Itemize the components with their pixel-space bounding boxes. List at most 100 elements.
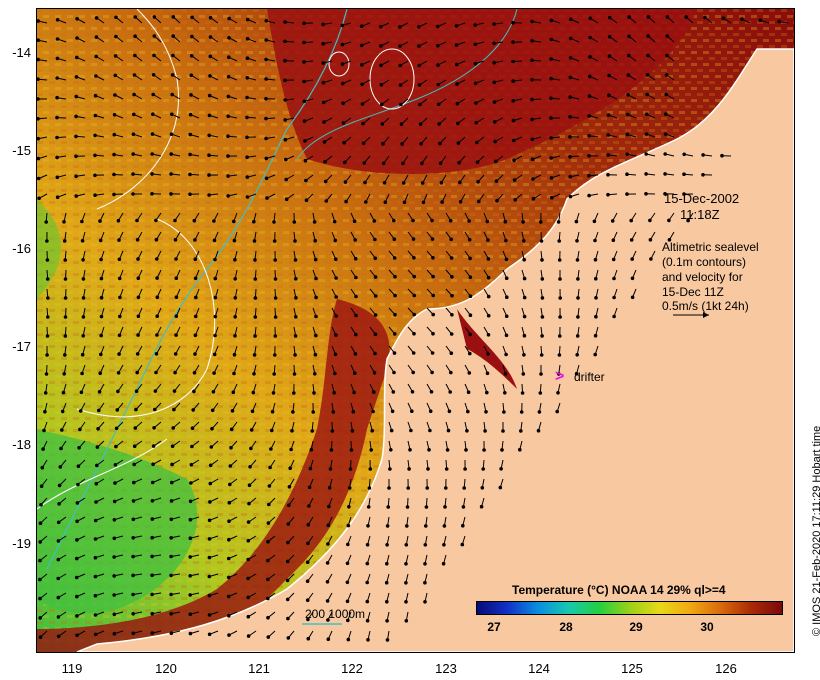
velocity-arrow-head [505,295,509,300]
velocity-arrow-head [188,152,192,157]
velocity-arrow-head [63,277,68,281]
velocity-arrow-head [132,92,136,97]
velocity-arrow-head [373,237,377,242]
velocity-arrow-head [321,100,326,105]
velocity-arrow-head [511,40,515,44]
velocity-arrow-head [409,428,413,433]
velocity-arrow-head [421,200,426,205]
velocity-arrow-head [133,15,138,19]
velocity-arrow-head [558,315,562,319]
velocity-arrow-head [246,520,251,524]
velocity-arrow-head [131,631,136,636]
velocity-arrow-head [76,482,80,487]
velocity-arrow-head [428,409,433,414]
velocity-arrow-head [373,275,378,279]
map-time: 11:18Z [680,207,720,222]
velocity-arrow-head [411,237,416,241]
velocity-arrow-head [287,485,292,489]
velocity-arrow-head [404,600,408,604]
velocity-arrow-head [431,312,436,317]
x-tick: 122 [341,661,363,676]
velocity-arrow-head [587,173,591,178]
velocity-arrow-head [43,391,48,395]
velocity-arrow-head [112,132,117,137]
velocity-arrow-head [468,313,473,318]
velocity-arrow-head [37,176,41,181]
velocity-arrow-head [450,293,454,298]
velocity-arrow-head [170,480,174,485]
velocity-arrow-head [292,372,297,376]
velocity-arrow-head [407,467,411,471]
velocity-arrow-head [131,517,136,522]
velocity-arrow-head [245,195,250,199]
velocity-arrow-head [289,447,293,452]
velocity-arrow-head [135,370,139,375]
velocity-arrow-head [305,579,310,584]
velocity-arrow-head [646,53,650,58]
velocity-arrow-head [193,314,198,319]
velocity-arrow-head [253,315,258,319]
velocity-arrow-head [411,351,416,355]
velocity-arrow-head [333,238,338,243]
velocity-arrow-head [485,371,490,376]
velocity-arrow-head [264,116,268,121]
velocity-arrow-head [227,16,231,21]
velocity-arrow-head [383,200,388,204]
velocity-arrow-head [344,199,348,204]
velocity-arrow-head [436,63,440,67]
velocity-arrow-head [190,15,194,20]
velocity-arrow-head [133,53,137,58]
velocity-arrow-head [245,175,250,179]
velocity-arrow-head [172,407,176,412]
velocity-arrow-head [56,539,61,543]
velocity-arrow-head [366,638,370,642]
velocity-arrow-head [373,256,378,261]
velocity-arrow-head [593,333,598,338]
velocity-arrow-head [188,172,192,177]
velocity-arrow-head [361,121,365,126]
velocity-arrow-head [576,277,580,281]
velocity-arrow-head [75,36,79,40]
velocity-arrow-head [558,277,562,281]
altimetry-note-line: 0.5m/s (1kt 24h) [662,299,749,313]
velocity-arrow-head [467,237,472,242]
velocity-arrow-head [81,334,86,338]
velocity-arrow-head [169,172,173,176]
velocity-arrow-head [95,463,99,468]
velocity-arrow-head [474,120,479,125]
velocity-arrow-head [663,152,668,156]
velocity-arrow-head [150,172,154,176]
velocity-arrow-head [169,132,174,136]
velocity-arrow-head [340,42,345,47]
velocity-arrow-head [93,133,97,138]
velocity-arrow-head [188,499,193,504]
velocity-arrow-head [57,502,61,506]
velocity-arrow-head [150,152,154,156]
velocity-arrow-head [392,351,397,355]
velocity-arrow-head [290,429,294,433]
velocity-arrow-head [112,499,117,504]
velocity-arrow-head [627,53,631,58]
velocity-arrow-head [302,119,307,123]
velocity-arrow-head [466,409,470,414]
velocity-arrow-head [38,616,42,620]
velocity-arrow-head [588,35,593,40]
velocity-arrow-head [209,445,214,449]
velocity-arrow-head [207,632,212,637]
velocity-arrow-head [249,446,253,451]
velocity-arrow-head [664,112,668,116]
velocity-arrow-head [431,331,435,336]
velocity-arrow-head [188,593,192,597]
velocity-arrow-head [213,295,218,300]
velocity-arrow-head [608,15,612,20]
velocity-arrow-head [264,77,268,81]
velocity-arrow-head [346,542,350,547]
velocity-arrow-head [208,463,213,468]
velocity-arrow-head [133,34,137,39]
velocity-arrow-head [385,543,389,547]
velocity-arrow-head [607,54,612,58]
velocity-arrow-head [381,161,386,166]
velocity-arrow-head [174,333,178,337]
velocity-arrow-head [55,18,60,22]
velocity-arrow-head [60,428,64,432]
